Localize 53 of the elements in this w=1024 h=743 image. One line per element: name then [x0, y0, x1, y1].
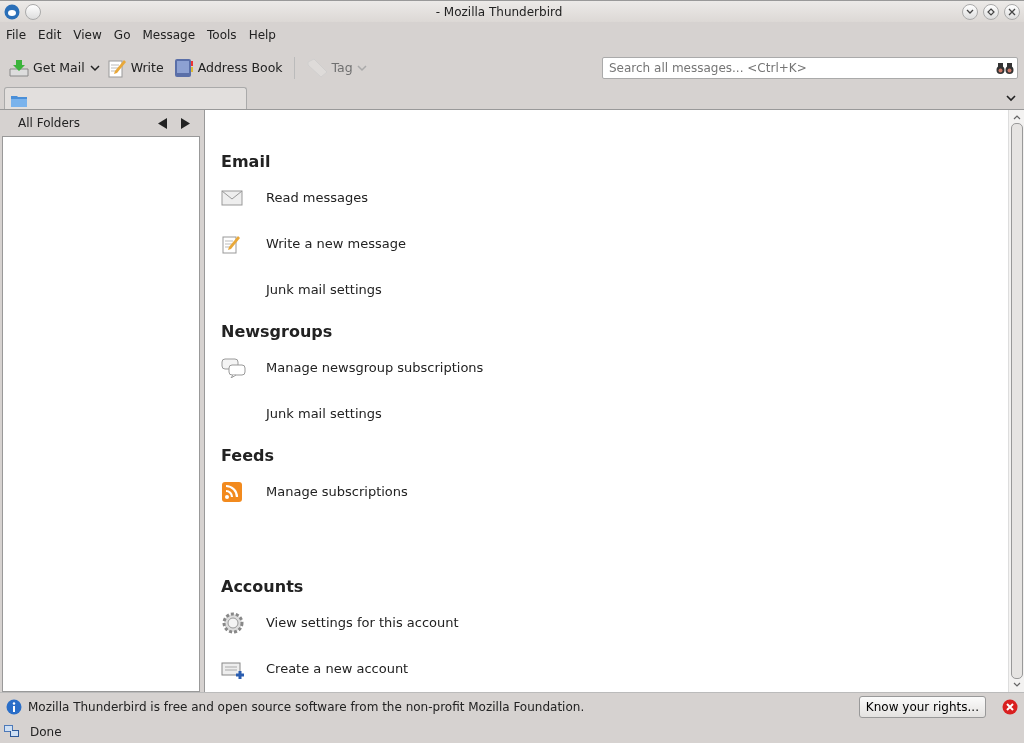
notification-text: Mozilla Thunderbird is free and open source software from the non-profit Mozilla Foundation. [28, 698, 585, 716]
know-your-rights-button[interactable]: Know your rights... [858, 695, 986, 718]
chevron-down-icon [966, 8, 974, 15]
action-link[interactable]: Read messages [266, 188, 368, 208]
status-text: Done [30, 723, 62, 741]
section-heading: Accounts [221, 576, 305, 598]
section-heading: Feeds [221, 445, 275, 467]
action-link[interactable]: Manage newsgroup subscriptions [266, 358, 484, 378]
envelope-icon [221, 189, 243, 207]
info-icon [6, 698, 22, 715]
feed-icon [221, 481, 243, 503]
menu-item[interactable]: View [73, 26, 102, 44]
folder-icon [11, 94, 27, 107]
menu-item[interactable]: Message [142, 26, 196, 44]
action-link[interactable]: View settings for this account [266, 613, 459, 633]
menu-item[interactable]: Go [113, 26, 131, 44]
scrollbar[interactable] [1008, 110, 1024, 692]
action-link[interactable]: Junk mail settings [266, 280, 382, 300]
diamond-icon [987, 7, 995, 16]
search-field[interactable]: Search all messages... <Ctrl+K> [602, 57, 1018, 79]
address-book-icon [173, 58, 194, 78]
network-icon [4, 724, 20, 739]
maximize-button[interactable] [983, 3, 999, 20]
notepad-pencil-icon [106, 58, 127, 78]
minimize-button[interactable] [962, 3, 978, 20]
action-link[interactable]: Junk mail settings [266, 404, 382, 424]
menu-item[interactable]: File [6, 26, 27, 44]
toolbar-button[interactable]: Get Mail [6, 56, 88, 80]
next-arrow-icon[interactable] [181, 117, 190, 129]
inbox-icon [9, 59, 29, 77]
settings-icon [221, 611, 245, 635]
menu-item[interactable]: Edit [38, 26, 62, 44]
window-title: - Mozilla Thunderbird [434, 3, 564, 21]
close-icon [1008, 7, 1016, 16]
toolbar-button[interactable]: Address Book [170, 56, 286, 80]
speech-bubbles-icon [221, 358, 247, 378]
action-link[interactable]: Manage subscriptions [266, 482, 408, 502]
app-logo-icon [4, 3, 20, 20]
previous-arrow-icon[interactable] [158, 117, 167, 129]
action-link[interactable]: Write a new message [266, 234, 406, 254]
menu-item[interactable]: Tools [207, 26, 237, 44]
dropdown-caret-icon[interactable] [89, 64, 100, 72]
menu-item[interactable]: Help [248, 26, 276, 44]
binoculars-icon[interactable] [996, 62, 1014, 74]
toolbar-button[interactable]: Write [103, 56, 167, 80]
section-heading: Email [221, 151, 272, 173]
folder-pane-title: All Folders [18, 115, 82, 132]
section-heading: Newsgroups [221, 321, 334, 343]
close-button[interactable] [1004, 3, 1020, 20]
close-icon[interactable] [1002, 698, 1018, 715]
chevron-down-icon[interactable] [1006, 95, 1016, 102]
notepad-pencil-icon [221, 234, 241, 254]
action-link[interactable]: Create a new account [266, 659, 409, 679]
